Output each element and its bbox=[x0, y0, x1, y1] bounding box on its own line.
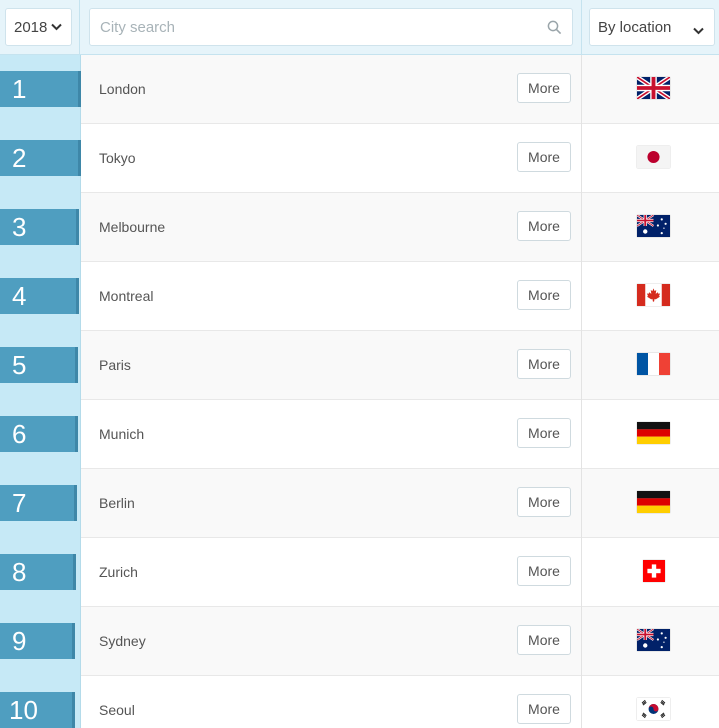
more-button[interactable]: More bbox=[517, 487, 571, 517]
rank-cell: 9 bbox=[0, 607, 81, 676]
list-item: 9 Sydney More bbox=[0, 607, 719, 676]
list-item: 7 Berlin More bbox=[0, 469, 719, 538]
south-korea-flag-icon bbox=[637, 698, 670, 720]
more-button[interactable]: More bbox=[517, 73, 571, 103]
list-item: 6 Munich More bbox=[0, 400, 719, 469]
city-name: Sydney bbox=[99, 633, 146, 649]
sort-select-value: By location bbox=[598, 18, 672, 36]
flag-cell bbox=[581, 607, 719, 676]
sort-select[interactable]: By location bbox=[589, 8, 715, 46]
rank-number: 8 bbox=[12, 557, 27, 587]
rank-number: 10 bbox=[9, 695, 38, 725]
germany-flag-icon bbox=[637, 491, 670, 513]
list-item: 4 Montreal More bbox=[0, 262, 719, 331]
flag-cell bbox=[581, 55, 719, 124]
city-name: Munich bbox=[99, 426, 145, 442]
more-button[interactable]: More bbox=[517, 211, 571, 241]
canada-flag-icon bbox=[637, 284, 670, 306]
chevron-down-icon bbox=[693, 22, 704, 39]
city-search[interactable] bbox=[89, 8, 573, 46]
city-name: Montreal bbox=[99, 288, 154, 304]
more-button[interactable]: More bbox=[517, 625, 571, 655]
more-button[interactable]: More bbox=[517, 349, 571, 379]
rank-cell: 7 bbox=[0, 469, 81, 538]
rank-cell: 3 bbox=[0, 193, 81, 262]
flag-cell bbox=[581, 262, 719, 331]
filter-bar: 2018 By location bbox=[0, 0, 719, 55]
list-item: 5 Paris More bbox=[0, 331, 719, 400]
more-button[interactable]: More bbox=[517, 556, 571, 586]
japan-flag-icon bbox=[637, 146, 670, 168]
australia-flag-icon bbox=[637, 215, 670, 237]
flag-cell bbox=[581, 331, 719, 400]
city-ranking-list: 1 London More 2 Tokyo More 3 Melbourne M… bbox=[0, 55, 719, 728]
rank-cell: 4 bbox=[0, 262, 81, 331]
more-button[interactable]: More bbox=[517, 418, 571, 448]
search-input[interactable] bbox=[90, 9, 530, 45]
city-name: Zurich bbox=[99, 564, 138, 580]
more-button[interactable]: More bbox=[517, 694, 571, 724]
more-button[interactable]: More bbox=[517, 280, 571, 310]
search-icon[interactable] bbox=[547, 20, 562, 40]
rank-number: 7 bbox=[12, 488, 27, 518]
rank-cell: 2 bbox=[0, 124, 81, 193]
rank-number: 1 bbox=[12, 74, 27, 104]
rank-number: 6 bbox=[12, 419, 27, 449]
list-item: 2 Tokyo More bbox=[0, 124, 719, 193]
city-name: Berlin bbox=[99, 495, 135, 511]
city-name: Melbourne bbox=[99, 219, 166, 235]
rank-cell: 8 bbox=[0, 538, 81, 607]
rank-number: 9 bbox=[12, 626, 27, 656]
rank-number: 4 bbox=[12, 281, 27, 311]
rank-number: 5 bbox=[12, 350, 27, 380]
chevron-down-icon bbox=[51, 23, 63, 31]
rank-number: 2 bbox=[12, 143, 27, 173]
list-item: 3 Melbourne More bbox=[0, 193, 719, 262]
city-name: Paris bbox=[99, 357, 131, 373]
rank-number: 3 bbox=[12, 212, 27, 242]
flag-cell bbox=[581, 538, 719, 607]
city-name: Seoul bbox=[99, 702, 135, 718]
city-name: London bbox=[99, 81, 146, 97]
list-item: 1 London More bbox=[0, 55, 719, 124]
rank-cell: 1 bbox=[0, 55, 81, 124]
france-flag-icon bbox=[637, 353, 670, 375]
year-select[interactable]: 2018 bbox=[5, 8, 72, 46]
city-name: Tokyo bbox=[99, 150, 136, 166]
switzerland-flag-icon bbox=[643, 560, 665, 582]
more-button[interactable]: More bbox=[517, 142, 571, 172]
year-select-value: 2018 bbox=[14, 18, 48, 36]
flag-cell bbox=[581, 469, 719, 538]
rank-cell: 6 bbox=[0, 400, 81, 469]
flag-cell bbox=[581, 400, 719, 469]
list-item: 8 Zurich More bbox=[0, 538, 719, 607]
uk-flag-icon bbox=[637, 77, 670, 99]
rank-cell: 10 bbox=[0, 676, 81, 728]
flag-cell bbox=[581, 193, 719, 262]
list-item: 10 Seoul More bbox=[0, 676, 719, 728]
flag-cell bbox=[581, 124, 719, 193]
australia-flag-icon bbox=[637, 629, 670, 651]
flag-cell bbox=[581, 676, 719, 728]
rank-cell: 5 bbox=[0, 331, 81, 400]
germany-flag-icon bbox=[637, 422, 670, 444]
